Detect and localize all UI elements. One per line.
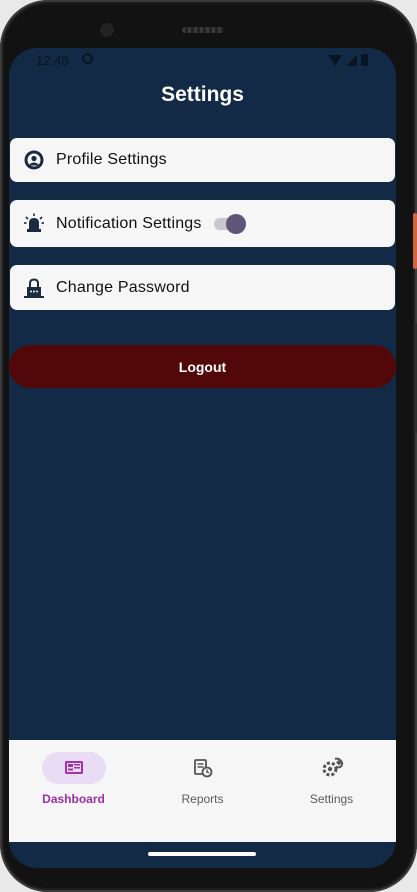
profile-icon [23, 149, 45, 171]
lock-icon [23, 277, 45, 299]
alarm-bell-icon [23, 213, 45, 235]
nav-item-settings[interactable]: Settings [267, 740, 396, 842]
notification-dot-icon [82, 53, 93, 64]
change-password-item[interactable]: Change Password [10, 265, 395, 310]
toggle-thumb [225, 213, 246, 234]
nav-label-settings: Settings [309, 792, 354, 806]
power-button [413, 213, 417, 269]
logout-button[interactable]: Logout [9, 345, 396, 388]
nav-item-reports[interactable]: Reports [138, 740, 267, 842]
settings-gear-icon [320, 756, 344, 780]
bottom-navigation: Dashboard Reports Settings [9, 740, 396, 842]
status-bar: 12:48 [9, 48, 396, 74]
signal-icon [346, 54, 357, 66]
phone-frame: 12:48 Settings Profile Settings Notifica… [0, 0, 417, 892]
home-indicator[interactable] [148, 852, 256, 856]
notification-settings-label: Notification Settings [56, 214, 202, 232]
status-icons [328, 54, 368, 66]
nav-item-dashboard[interactable]: Dashboard [9, 740, 138, 842]
notification-toggle[interactable] [213, 213, 246, 235]
profile-settings-label: Profile Settings [56, 151, 167, 168]
dashboard-icon [62, 756, 86, 780]
app-screen: 12:48 Settings Profile Settings Notifica… [9, 48, 396, 868]
notification-settings-item[interactable]: Notification Settings [10, 200, 395, 247]
status-time: 12:48 [36, 53, 69, 68]
front-camera [97, 20, 117, 40]
nav-label-dashboard: Dashboard [42, 792, 105, 806]
battery-icon [361, 54, 368, 66]
page-title: Settings [161, 83, 244, 106]
reports-icon [191, 756, 215, 780]
profile-settings-item[interactable]: Profile Settings [10, 138, 395, 182]
earpiece-speaker [182, 27, 224, 33]
wifi-icon [328, 54, 342, 66]
nav-label-reports: Reports [181, 792, 224, 806]
change-password-label: Change Password [56, 278, 190, 296]
